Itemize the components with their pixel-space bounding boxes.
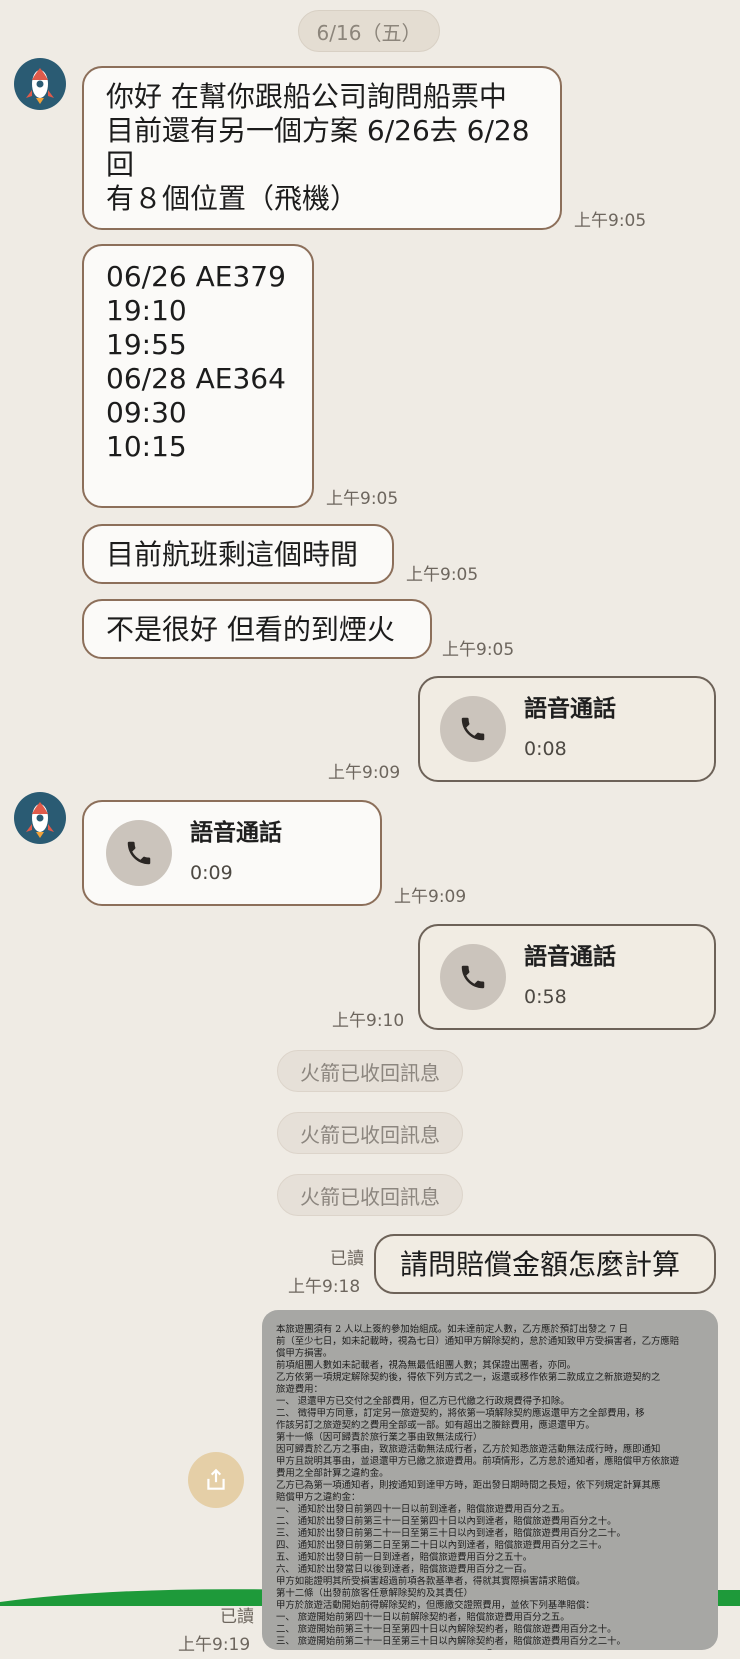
date-separator: 6/16（五） — [298, 10, 440, 52]
document-image-message[interactable]: 本旅遊團須有 2 人以上簽約參加始組成。如未達前定人數，乙方應於預訂出發之 7 … — [262, 1310, 718, 1650]
document-line: 二、 旅遊開始前第三十一日至第四十日以內解除契約者，賠償旅遊費用百分之十。 — [276, 1624, 617, 1635]
call-title: 語音通話 — [524, 944, 616, 970]
incoming-message-bubble[interactable]: 目前航班剩這個時間 — [82, 524, 394, 584]
document-line: 二、 徵得甲方同意，訂定另一旅遊契約，將依第一項解除契約應返還甲方之全部費用，移 — [276, 1408, 645, 1419]
message-line: 06/26 AE379 — [106, 260, 286, 293]
document-line: 二、 通知於出發日前第三十一日至第四十日以內到達者，賠償旅遊費用百分之十。 — [276, 1516, 617, 1527]
message-time: 上午9:05 — [406, 565, 479, 585]
document-text: 本旅遊團須有 2 人以上簽約參加始組成。如未達前定人數，乙方應於預訂出發之 7 … — [276, 1324, 704, 1650]
document-line: 第十一條（因可歸責於旅行業之事由致無法成行） — [276, 1432, 483, 1443]
document-line: 乙方依第一項規定解除契約後，得依下列方式之一，返還或移作依第二款成立之新旅遊契約… — [276, 1372, 661, 1383]
document-line: 2 — [276, 1648, 704, 1650]
document-line: 前（至少七日，如未記載時，視為七日）通知甲方解除契約，怠於通知致甲方受損害者，乙… — [276, 1336, 680, 1347]
document-line: 作該另訂之旅遊契約之費用全部或一部。如有超出之賸餘費用，應退還甲方。 — [276, 1420, 595, 1431]
share-icon — [207, 1468, 225, 1490]
call-title: 語音通話 — [190, 820, 282, 846]
message-line: 19:10 — [106, 294, 187, 327]
outgoing-message-bubble[interactable]: 請問賠償金額怎麼計算 — [374, 1234, 716, 1294]
message-line: 目前還有另一個方案 6/26去 6/28 — [106, 114, 530, 147]
document-line: 六、 通知於出發當日以後到達者，賠償旅遊費用百分之一百。 — [276, 1564, 533, 1575]
message-line: 06/28 AE364 — [106, 362, 286, 395]
document-line: 本旅遊團須有 2 人以上簽約參加始組成。如未達前定人數，乙方應於預訂出發之 7 … — [276, 1324, 628, 1335]
incoming-message-bubble[interactable]: 不是很好 但看的到煙火 — [82, 599, 432, 659]
call-duration: 0:58 — [524, 986, 567, 1008]
document-line: 五、 通知於出發日前一日到達者，賠償旅遊費用百分之五十。 — [276, 1552, 533, 1563]
message-time: 上午9:05 — [442, 640, 515, 660]
contact-avatar[interactable] — [14, 58, 66, 110]
document-line: 因可歸責於乙方之事由，致旅遊活動無法成行者，乙方於知悉旅遊活動無法成行時，應即通… — [276, 1444, 661, 1455]
message-line: 09:30 — [106, 396, 187, 429]
outgoing-voice-call-bubble[interactable]: 語音通話 0:58 — [418, 924, 716, 1030]
contact-avatar[interactable] — [14, 792, 66, 844]
call-icon-circle — [440, 696, 506, 762]
document-line: 償甲方損害。 — [276, 1348, 333, 1359]
message-text: 請問賠償金額怎麼計算 — [400, 1248, 681, 1281]
document-line: 乙方已為第一項通知者，則按通知到達甲方時，距出發日期時間之長短，依下列規定計算其… — [276, 1480, 661, 1491]
rocket-icon — [26, 802, 54, 838]
document-line: 前項組團人數如未記載者，視為無最低組團人數；其保證出團者，亦同。 — [276, 1360, 577, 1371]
document-line: 四、 通知於出發日前第二日至第二十日以內到達者，賠償旅遊費用百分之三十。 — [276, 1540, 608, 1551]
message-line: 你好 在幫你跟船公司詢問船票中 — [106, 80, 507, 113]
phone-icon — [461, 965, 485, 989]
message-time: 上午9:05 — [326, 489, 399, 509]
message-time: 上午9:18 — [288, 1277, 361, 1297]
phone-icon — [461, 717, 485, 741]
call-icon-circle — [106, 820, 172, 886]
call-duration: 0:09 — [190, 862, 233, 884]
call-icon-circle — [440, 944, 506, 1010]
document-line: 賠償甲方之違約金： — [276, 1492, 361, 1503]
document-line: 費用之全部計算之違約金。 — [276, 1468, 389, 1479]
read-receipt: 已讀 — [330, 1249, 364, 1269]
document-line: 一、 退還甲方已交付之全部費用，但乙方已代繳之行政規費得予扣除。 — [276, 1396, 570, 1407]
message-line: 有８個位置（飛機） — [106, 182, 359, 215]
phone-icon — [127, 841, 151, 865]
message-line: 19:55 — [106, 328, 187, 361]
document-line: 甲方如能證明其所受損害超過前項各款基準者，得就其實際損害請求賠償。 — [276, 1576, 586, 1587]
recalled-message-notice: 火箭已收回訊息 — [277, 1174, 463, 1216]
message-time: 上午9:09 — [328, 763, 401, 783]
document-line: 三、 通知於出發日前第二十一日至第三十日以內到達者，賠償旅遊費用百分之二十。 — [276, 1528, 626, 1539]
rocket-icon — [26, 68, 54, 104]
document-line: 甲方且說明其事由，並退還甲方已繳之旅遊費用。前項情形，乙方怠於通知者，應賠償甲方… — [276, 1456, 680, 1467]
recalled-message-notice: 火箭已收回訊息 — [277, 1112, 463, 1154]
message-time: 上午9:05 — [574, 211, 647, 231]
call-duration: 0:08 — [524, 738, 567, 760]
document-line: 三、 旅遊開始前第二十一日至第三十日以內解除契約者，賠償旅遊費用百分之二十。 — [276, 1636, 626, 1647]
message-time: 上午9:09 — [394, 887, 467, 907]
document-line: 一、 通知於出發日前第四十一日以前到達者，賠償旅遊費用百分之五。 — [276, 1504, 570, 1515]
incoming-voice-call-bubble[interactable]: 語音通話 0:09 — [82, 800, 382, 906]
message-line: 10:15 — [106, 430, 187, 463]
message-line: 回 — [106, 148, 135, 181]
document-line: 第十二條（出發前旅客任意解除契約及其責任） — [276, 1588, 473, 1599]
call-title: 語音通話 — [524, 696, 616, 722]
share-button[interactable] — [188, 1452, 244, 1508]
recalled-message-notice: 火箭已收回訊息 — [277, 1050, 463, 1092]
document-line: 旅遊費用： — [276, 1384, 323, 1395]
document-line: 甲方於旅遊活動開始前得解除契約，但應繳交證照費用，並依下列基準賠償： — [276, 1600, 595, 1611]
incoming-message-bubble[interactable]: 06/26 AE379 19:10 19:55 06/28 AE364 09:3… — [82, 244, 314, 508]
incoming-message-bubble[interactable]: 你好 在幫你跟船公司詢問船票中 目前還有另一個方案 6/26去 6/28 回 有… — [82, 66, 562, 230]
message-text: 目前航班剩這個時間 — [106, 538, 359, 571]
message-text: 不是很好 但看的到煙火 — [106, 613, 395, 646]
message-time: 上午9:19 — [178, 1635, 251, 1655]
message-time: 上午9:10 — [332, 1011, 405, 1031]
document-line: 一、 旅遊開始前第四十一日以前解除契約者，賠償旅遊費用百分之五。 — [276, 1612, 570, 1623]
read-receipt: 已讀 — [220, 1607, 254, 1627]
outgoing-voice-call-bubble[interactable]: 語音通話 0:08 — [418, 676, 716, 782]
